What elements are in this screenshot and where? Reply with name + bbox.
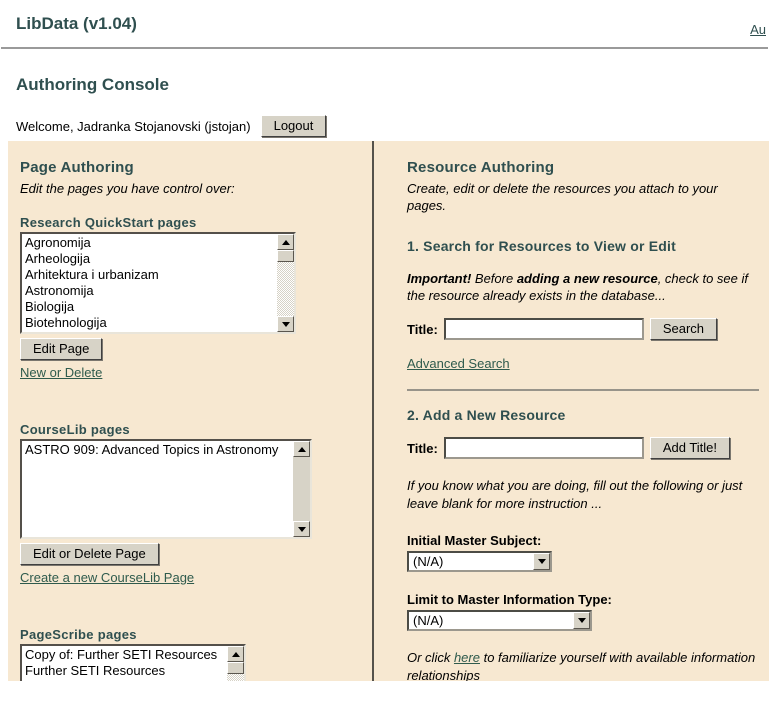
search-title-label: Title:: [407, 322, 438, 337]
page-authoring-column: Page Authoring Edit the pages you have c…: [8, 141, 372, 681]
edit-or-delete-page-button[interactable]: Edit or Delete Page: [20, 543, 159, 565]
logout-button[interactable]: Logout: [261, 115, 327, 137]
app-title: LibData (v1.04): [16, 14, 769, 34]
list-item[interactable]: Agronomija: [22, 235, 277, 251]
here-link[interactable]: here: [454, 650, 480, 665]
up-arrow-icon: [232, 652, 240, 657]
courselib-label: CourseLib pages: [20, 422, 372, 437]
scroll-track[interactable]: [293, 457, 310, 521]
quickstart-scrollbar[interactable]: [277, 234, 294, 332]
page-authoring-title: Page Authoring: [20, 159, 372, 176]
list-item[interactable]: Astronomija: [22, 283, 277, 299]
scroll-up-button[interactable]: [227, 646, 244, 662]
welcome-text: Welcome, Jadranka Stojanovski (jstojan): [16, 119, 251, 134]
pagescribe-list: Copy of: Further SETI ResourcesFurther S…: [22, 646, 227, 681]
list-item[interactable]: ASTRO 909: Advanced Topics in Astronomy: [22, 442, 293, 458]
top-right-link[interactable]: Au: [750, 22, 766, 37]
courselib-scrollbar[interactable]: [293, 441, 310, 537]
down-arrow-icon: [298, 527, 306, 532]
search-title-input[interactable]: [444, 318, 644, 340]
scroll-up-button[interactable]: [277, 234, 294, 250]
section-rule: [407, 389, 759, 391]
list-item[interactable]: Copy of: Further SETI Resources: [22, 647, 227, 663]
scroll-thumb[interactable]: [277, 250, 294, 262]
add-title-button[interactable]: Add Title!: [650, 437, 730, 459]
scroll-track[interactable]: [227, 674, 244, 681]
quickstart-list: AgronomijaArheologijaArhitektura i urban…: [22, 234, 277, 332]
selected-value: (N/A): [409, 553, 533, 570]
header-rule: [1, 47, 768, 49]
courselib-group: CourseLib pages ASTRO 909: Advanced Topi…: [20, 422, 372, 587]
limit-info-type-select[interactable]: (N/A): [407, 610, 592, 631]
initial-master-subject-label: Initial Master Subject:: [407, 533, 759, 548]
scroll-track[interactable]: [277, 262, 294, 316]
courselib-listbox[interactable]: ASTRO 909: Advanced Topics in Astronomy: [20, 439, 312, 539]
edit-page-button[interactable]: Edit Page: [20, 338, 102, 360]
limit-info-type-label: Limit to Master Information Type:: [407, 592, 759, 607]
list-item[interactable]: Biotehnologija: [22, 315, 277, 331]
pagescribe-listbox[interactable]: Copy of: Further SETI ResourcesFurther S…: [20, 644, 246, 681]
quickstart-listbox[interactable]: AgronomijaArheologijaArhitektura i urban…: [20, 232, 296, 334]
quickstart-label: Research QuickStart pages: [20, 215, 372, 230]
scroll-up-button[interactable]: [293, 441, 310, 457]
pagescribe-scrollbar[interactable]: [227, 646, 244, 681]
scroll-down-button[interactable]: [293, 521, 310, 537]
authoring-panel: Page Authoring Edit the pages you have c…: [8, 141, 769, 681]
page-header: LibData (v1.04) Au Authoring Console Wel…: [0, 14, 769, 137]
list-item[interactable]: Arhitektura i urbanizam: [22, 267, 277, 283]
courselib-list: ASTRO 909: Advanced Topics in Astronomy: [22, 441, 293, 537]
list-item[interactable]: Biologija: [22, 299, 277, 315]
dropdown-button[interactable]: [573, 612, 590, 629]
list-item[interactable]: Kako citirati literaturu: [22, 679, 227, 681]
initial-master-subject-select[interactable]: (N/A): [407, 551, 552, 572]
dropdown-button[interactable]: [533, 553, 550, 570]
up-arrow-icon: [282, 240, 290, 245]
search-title-row: Title: Search: [407, 318, 759, 340]
resource-authoring-subtitle: Create, edit or delete the resources you…: [407, 180, 759, 214]
resource-authoring-title: Resource Authoring: [407, 159, 759, 176]
advanced-search-link[interactable]: Advanced Search: [407, 356, 510, 371]
add-hint-text: If you know what you are doing, fill out…: [407, 477, 759, 513]
pagescribe-label: PageScribe pages: [20, 627, 372, 642]
scroll-thumb[interactable]: [227, 662, 244, 674]
new-or-delete-link[interactable]: New or Delete: [20, 365, 102, 380]
page-authoring-subtitle: Edit the pages you have control over:: [20, 180, 372, 197]
list-item[interactable]: Further SETI Resources: [22, 663, 227, 679]
add-section-heading: 2. Add a New Resource: [407, 407, 759, 423]
chevron-down-icon: [578, 618, 586, 623]
down-arrow-icon: [282, 322, 290, 327]
important-word: Important!: [407, 271, 471, 286]
scroll-down-button[interactable]: [277, 316, 294, 332]
adding-resource-phrase: adding a new resource: [517, 271, 658, 286]
familiarize-note: Or click here to familiarize yourself wi…: [407, 649, 759, 681]
important-note: Important! Before adding a new resource,…: [407, 270, 759, 304]
page-title: Authoring Console: [16, 75, 769, 95]
add-title-row: Title: Add Title!: [407, 437, 759, 459]
pagescribe-group: PageScribe pages Copy of: Further SETI R…: [20, 627, 372, 681]
up-arrow-icon: [298, 447, 306, 452]
list-item[interactable]: Arheologija: [22, 251, 277, 267]
quickstart-group: Research QuickStart pages AgronomijaArhe…: [20, 215, 372, 382]
search-section-heading: 1. Search for Resources to View or Edit: [407, 238, 759, 254]
add-title-input[interactable]: [444, 437, 644, 459]
resource-authoring-column: Resource Authoring Create, edit or delet…: [374, 141, 769, 681]
chevron-down-icon: [538, 559, 546, 564]
search-button[interactable]: Search: [650, 318, 717, 340]
create-courselib-page-link[interactable]: Create a new CourseLib Page: [20, 570, 194, 585]
selected-value: (N/A): [409, 612, 573, 629]
add-title-label: Title:: [407, 441, 438, 456]
